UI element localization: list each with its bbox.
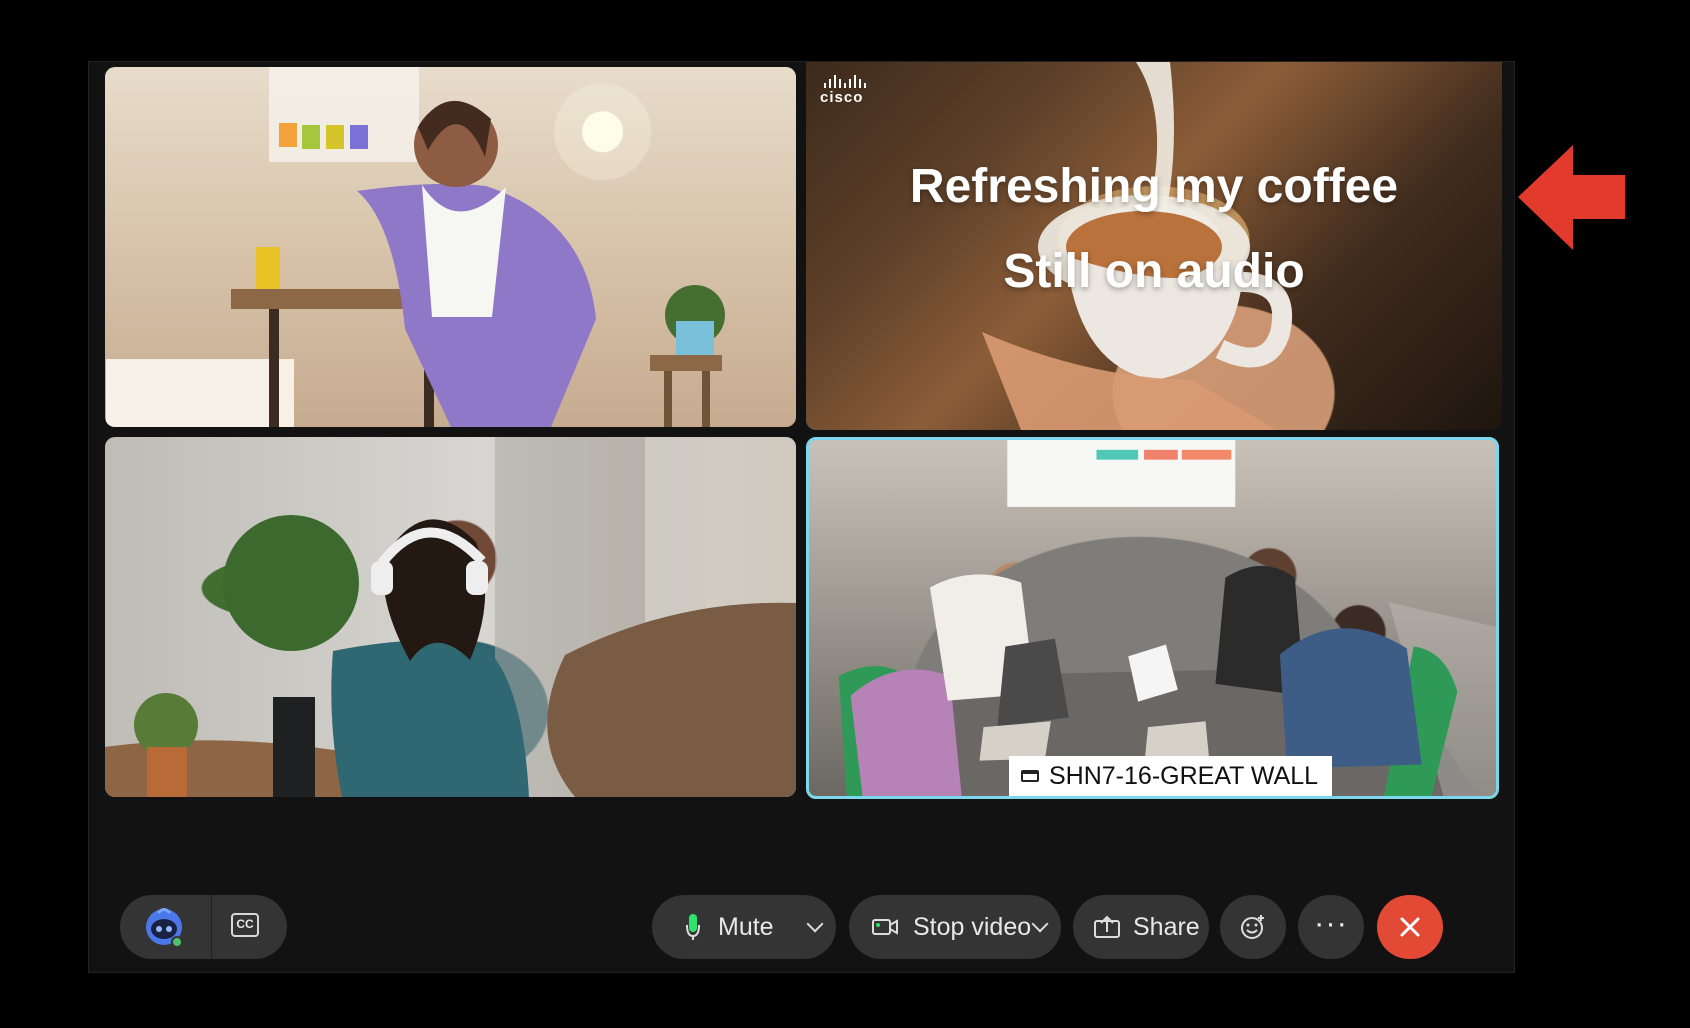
participant-video-1 [106, 67, 725, 427]
ai-assistant-button[interactable] [140, 906, 188, 948]
closed-captions-button[interactable]: CC [231, 913, 259, 937]
share-label: Share [1133, 913, 1200, 941]
cisco-logo-text: cisco [820, 89, 864, 106]
status-message-primary: Refreshing my coffee [909, 160, 1399, 213]
toolbar-divider [211, 895, 212, 959]
annotation-arrow-icon [1518, 145, 1625, 250]
reactions-button[interactable] [1220, 895, 1286, 959]
webex-meeting-window: cisco Refreshing my coffee Still on audi… [89, 62, 1514, 972]
end-meeting-button[interactable] [1377, 895, 1443, 959]
camera-icon [871, 916, 899, 938]
participant-video-tile-2[interactable] [105, 437, 796, 797]
participant-status-tile[interactable]: cisco Refreshing my coffee Still on audi… [806, 62, 1502, 430]
participant-video-2 [105, 437, 796, 797]
room-name-label: SHN7-16-GREAT WALL [1009, 756, 1333, 796]
assistant-captions-group: CC [120, 895, 287, 959]
cisco-logo-bars [824, 74, 892, 88]
mute-label: Mute [718, 913, 774, 941]
close-icon [1398, 915, 1422, 939]
share-icon [1093, 915, 1121, 939]
stop-video-label: Stop video [913, 913, 1032, 941]
room-name-text: SHN7-16-GREAT WALL [1049, 761, 1319, 790]
microphone-icon [686, 913, 700, 941]
ai-assistant-icon [146, 908, 183, 948]
meeting-controls-toolbar: CC Mute Stop video Share ··· [89, 895, 1514, 959]
video-options-chevron-icon[interactable] [1031, 915, 1049, 933]
stop-video-button[interactable]: Stop video [849, 895, 1061, 959]
room-video-tile-active[interactable]: SHN7-16-GREAT WALL [806, 437, 1499, 799]
status-message-secondary: Still on audio [1003, 245, 1305, 298]
closed-captions-icon: CC [236, 917, 254, 931]
more-options-button[interactable]: ··· [1298, 895, 1364, 959]
room-device-icon [1021, 770, 1039, 782]
reaction-icon [1239, 913, 1267, 941]
mute-button[interactable]: Mute [652, 895, 836, 959]
cisco-logo: cisco [820, 74, 892, 108]
more-icon: ··· [1314, 905, 1348, 940]
room-video [838, 440, 1496, 796]
share-button[interactable]: Share [1073, 895, 1209, 959]
mute-options-chevron-icon[interactable] [806, 915, 824, 933]
participant-video-tile-1[interactable] [105, 67, 796, 427]
